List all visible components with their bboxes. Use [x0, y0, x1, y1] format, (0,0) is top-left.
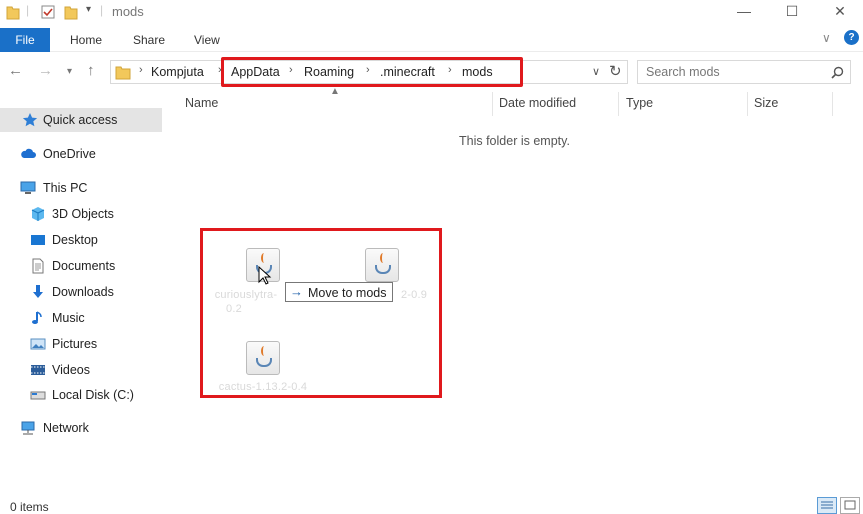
cube-icon — [31, 207, 45, 221]
file-label: 2-0.9 — [400, 289, 428, 301]
sidebar-item-onedrive[interactable]: OneDrive — [0, 142, 162, 166]
address-dropdown-icon[interactable]: ∨ — [592, 65, 600, 78]
tab-view[interactable]: View — [194, 28, 220, 52]
breadcrumb-separator-icon: › — [139, 64, 143, 76]
document-icon — [32, 258, 44, 274]
window-title: mods — [112, 4, 144, 19]
column-type[interactable]: Type — [626, 96, 653, 110]
sort-ascending-icon: ▲ — [330, 86, 340, 97]
sidebar-item-3d-objects[interactable]: 3D Objects — [0, 202, 162, 226]
sidebar-item-music[interactable]: Music — [0, 306, 162, 330]
sidebar-item-local-disk[interactable]: Local Disk (C:) — [0, 383, 162, 407]
forward-button[interactable]: → — [38, 62, 53, 79]
sidebar-item-documents[interactable]: Documents — [0, 254, 162, 278]
address-highlight-box — [221, 57, 523, 87]
search-icon[interactable] — [831, 66, 844, 79]
drag-tooltip: → Move to mods — [285, 282, 393, 302]
ribbon-tabs: File Home Share View ∨ ? — [0, 28, 863, 52]
sidebar-item-this-pc[interactable]: This PC — [0, 176, 162, 200]
computer-icon — [20, 181, 36, 194]
arrow-right-icon: → — [290, 284, 303, 299]
search-input[interactable] — [646, 65, 826, 79]
desktop-icon — [31, 235, 45, 245]
tab-share[interactable]: Share — [133, 28, 165, 52]
back-button[interactable]: ← — [8, 62, 23, 79]
file-explorer-window: | ▾ | mods — ☐ ✕ File Home Share View ∨ … — [0, 0, 863, 514]
sidebar-item-quick-access[interactable]: Quick access — [0, 108, 162, 132]
music-icon — [32, 311, 42, 324]
jar-file-icon[interactable] — [365, 248, 399, 282]
minimize-button[interactable]: — — [721, 0, 767, 24]
mouse-cursor-icon — [258, 266, 272, 285]
folder-icon — [6, 6, 20, 20]
tab-home[interactable]: Home — [70, 28, 102, 52]
download-icon — [33, 285, 43, 298]
network-icon — [21, 421, 35, 435]
customize-toolbar-icon[interactable]: ▾ — [86, 4, 91, 15]
title-bar: | ▾ | mods — ☐ ✕ — [0, 0, 863, 24]
help-icon[interactable]: ? — [844, 30, 859, 45]
video-icon — [31, 365, 45, 375]
details-view-icon — [821, 501, 833, 509]
details-view-button[interactable] — [817, 497, 837, 514]
column-name[interactable]: Name — [185, 96, 218, 110]
disk-icon — [30, 391, 46, 400]
large-icons-view-button[interactable] — [840, 497, 860, 514]
item-count: 0 items — [10, 500, 49, 514]
status-bar: 0 items — [0, 492, 863, 514]
search-box[interactable] — [637, 60, 851, 84]
navigation-pane: Quick access OneDrive This PC 3D Objects… — [0, 96, 162, 488]
sidebar-item-videos[interactable]: Videos — [0, 358, 162, 382]
new-folder-icon[interactable] — [64, 4, 78, 20]
up-button[interactable]: ↑ — [87, 62, 95, 79]
picture-icon — [30, 338, 46, 350]
folder-icon — [115, 66, 131, 80]
empty-folder-message: This folder is empty. — [459, 134, 570, 148]
sidebar-item-pictures[interactable]: Pictures — [0, 332, 162, 356]
expand-ribbon-icon[interactable]: ∨ — [822, 31, 831, 45]
sidebar-item-downloads[interactable]: Downloads — [0, 280, 162, 304]
refresh-icon[interactable]: ↻ — [609, 62, 622, 80]
large-icons-view-icon — [844, 500, 856, 510]
tab-file[interactable]: File — [0, 28, 50, 52]
properties-icon[interactable] — [40, 4, 56, 20]
file-label: 0.2 — [226, 303, 242, 315]
maximize-button[interactable]: ☐ — [769, 0, 815, 24]
breadcrumb-kompjuta[interactable]: Kompjuta — [151, 65, 204, 79]
sidebar-item-desktop[interactable]: Desktop — [0, 228, 162, 252]
close-button[interactable]: ✕ — [817, 0, 863, 24]
column-size[interactable]: Size — [754, 96, 778, 110]
recent-locations-icon[interactable]: ▾ — [67, 66, 72, 77]
file-label: curiouslytra- — [214, 289, 278, 301]
star-icon — [22, 113, 38, 127]
file-label: cactus-1.13.2-0.4 — [218, 381, 308, 393]
column-date-modified[interactable]: Date modified — [499, 96, 576, 110]
jar-file-icon[interactable] — [246, 341, 280, 375]
cloud-icon — [21, 148, 36, 158]
sidebar-item-network[interactable]: Network — [0, 416, 162, 440]
